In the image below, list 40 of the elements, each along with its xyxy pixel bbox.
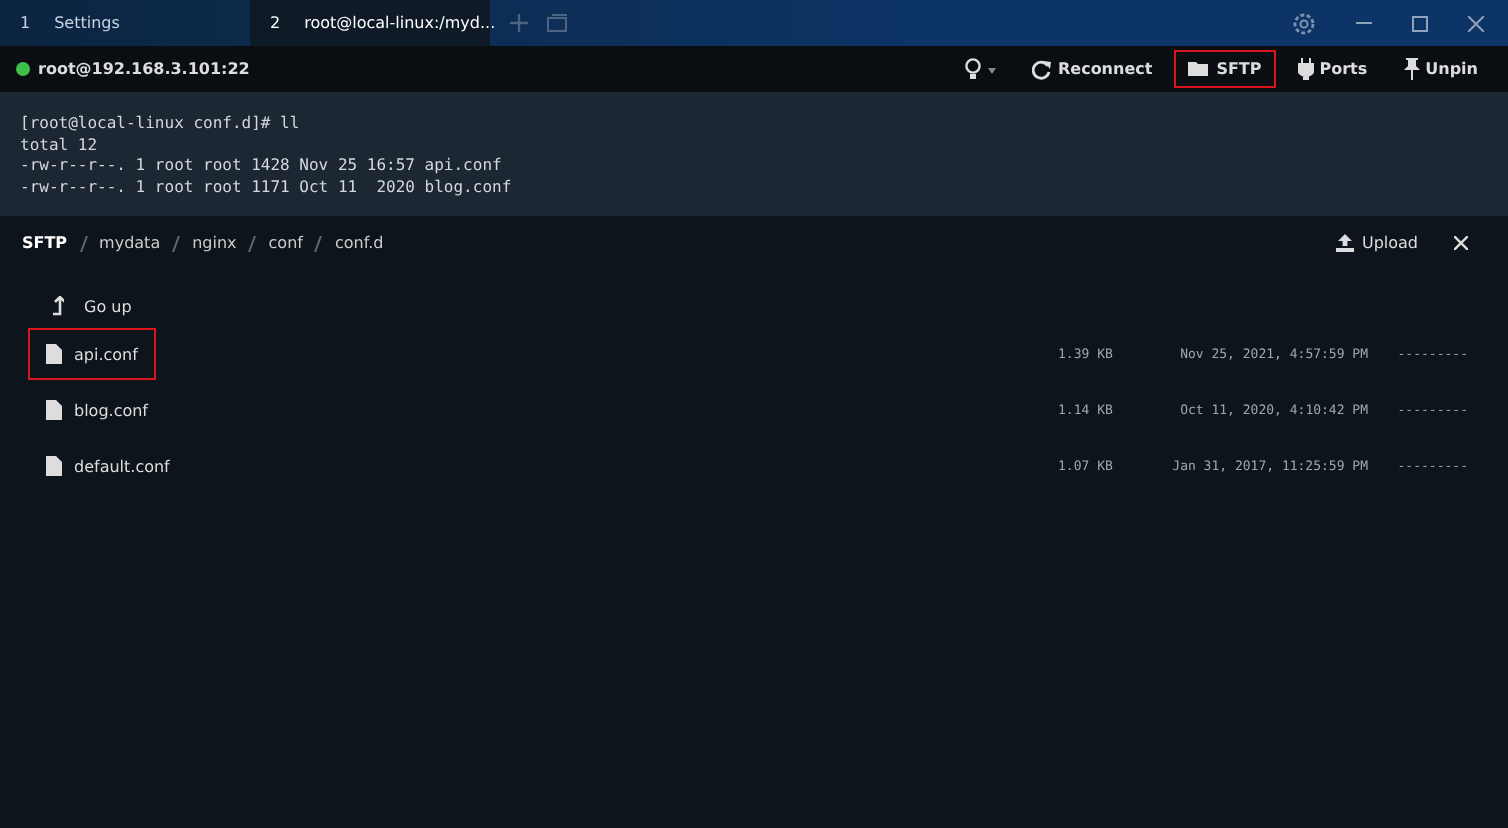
separator-icon bbox=[79, 235, 88, 251]
pin-icon bbox=[1403, 58, 1420, 80]
terminal-line: -rw-r--r--. 1 root root 1428 Nov 25 16:57 api.conf bbox=[20, 156, 504, 177]
caret-icon bbox=[987, 67, 996, 77]
tab[interactable]: 1 Settings bbox=[0, 0, 250, 46]
plug-icon bbox=[1297, 58, 1314, 80]
toolbar-button[interactable]: Ports bbox=[1283, 50, 1382, 88]
refresh-icon bbox=[1031, 59, 1052, 79]
file-icon bbox=[46, 400, 62, 420]
breadcrumb-link[interactable]: SFTP bbox=[22, 234, 68, 252]
terminal-line: [root@local-linux conf.d]# ll bbox=[20, 114, 302, 135]
breadcrumb-link[interactable]: conf.d bbox=[334, 234, 384, 252]
minimize-icon[interactable] bbox=[1356, 21, 1372, 25]
breadcrumb-link[interactable]: nginx bbox=[192, 234, 237, 252]
separator-icon bbox=[172, 235, 181, 251]
breadcrumb-link[interactable]: conf bbox=[268, 234, 303, 252]
toolbar-button[interactable]: SFTP bbox=[1174, 50, 1276, 88]
folder-icon bbox=[1188, 60, 1211, 78]
terminal-line: -rw-r--r--. 1 root root 1171 Oct 11 2020 blog.conf bbox=[20, 177, 514, 198]
breadcrumb-link[interactable]: mydata bbox=[99, 234, 161, 252]
separator-icon bbox=[248, 235, 257, 251]
host-label: root@192.168.3.101:22 bbox=[38, 60, 250, 78]
terminal-line: total 12 bbox=[20, 135, 100, 156]
lightbulb-icon bbox=[963, 58, 982, 80]
toolbar-button[interactable]: Unpin bbox=[1389, 50, 1492, 88]
file-item[interactable]: api.conf bbox=[28, 328, 156, 380]
plus-icon bbox=[509, 14, 527, 32]
file-item[interactable]: blog.conf bbox=[28, 384, 166, 436]
file-icon bbox=[46, 456, 62, 476]
maximize-icon[interactable] bbox=[1412, 15, 1428, 31]
separator-icon bbox=[314, 235, 323, 251]
file-icon bbox=[46, 344, 62, 364]
go-up-button[interactable]: Go up bbox=[44, 286, 138, 326]
file-item[interactable]: default.conf bbox=[28, 440, 188, 492]
settings-icon[interactable] bbox=[1292, 11, 1316, 35]
upload-button[interactable]: Upload bbox=[1335, 234, 1418, 252]
tab[interactable]: 2 root@local-linux:/myd... bbox=[250, 0, 490, 46]
arrow-up-icon bbox=[50, 296, 64, 316]
toolbar-button[interactable]: Reconnect bbox=[1017, 50, 1167, 88]
upload-icon bbox=[1335, 234, 1354, 252]
